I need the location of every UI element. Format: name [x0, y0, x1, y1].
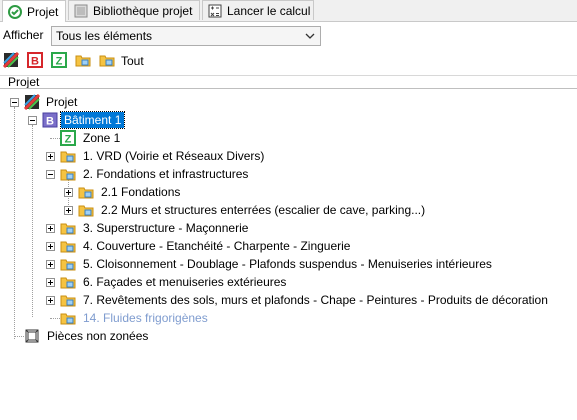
folder-filter-button[interactable] [98, 51, 116, 69]
tree-lot-label[interactable]: 3. Superstructure - Maçonnerie [83, 220, 248, 236]
folder-icon [60, 241, 76, 253]
section-title: Projet [8, 75, 40, 89]
tree-root-label[interactable]: Projet [46, 94, 77, 110]
room-icon [25, 329, 39, 343]
project-icon [24, 94, 40, 110]
toolbar: B Z Tout [0, 51, 577, 71]
tab-label: Lancer le calcul [227, 3, 311, 18]
tree-lot-label[interactable]: 2. Fondations et infrastructures [83, 166, 248, 182]
chevron-down-icon [305, 33, 315, 39]
expand-toggle[interactable] [46, 152, 55, 161]
tree-line [50, 138, 60, 139]
folder-icon [99, 55, 115, 67]
tab-label: Bibliothèque projet [93, 3, 193, 18]
svg-text:Z: Z [56, 56, 63, 68]
library-icon [74, 4, 88, 17]
folder-icon [78, 205, 94, 217]
project-tree: Projet B Bâtiment 1 Z Zone 1 1. VRD (Voi… [0, 88, 577, 420]
filter-label: Afficher [3, 28, 44, 42]
zone-z-icon: Z [51, 52, 67, 68]
tree-lot-label[interactable]: 7. Revêtements des sols, murs et plafond… [83, 292, 548, 308]
expand-toggle[interactable] [46, 242, 55, 251]
filter-select[interactable]: Tous les éléments [51, 26, 321, 46]
tab-label: Projet [27, 4, 59, 19]
folder-icon [75, 55, 91, 67]
zone-z-icon: Z [60, 130, 76, 146]
folder-icon [60, 259, 76, 271]
tab-projet[interactable]: Projet [2, 0, 66, 22]
folder-icon [60, 223, 76, 235]
tout-label[interactable]: Tout [121, 54, 144, 68]
expand-toggle[interactable] [64, 206, 73, 215]
expand-toggle[interactable] [46, 224, 55, 233]
collapse-toggle[interactable] [28, 116, 37, 125]
expand-toggle[interactable] [46, 278, 55, 287]
folder-icon [60, 313, 76, 325]
tree-line [14, 336, 24, 337]
folder-icon [60, 295, 76, 307]
filter-select-value: Tous les éléments [56, 29, 153, 43]
house-check-icon [8, 4, 22, 19]
svg-text:Z: Z [65, 134, 72, 146]
zone-filter-button[interactable]: Z [50, 51, 68, 69]
folder-filter-button[interactable] [74, 51, 92, 69]
project-filter-button[interactable] [2, 51, 20, 69]
collapse-toggle[interactable] [10, 98, 19, 107]
tree-lot-label[interactable]: 4. Couverture - Etanchéité - Charpente -… [83, 238, 350, 254]
tree-line [50, 318, 60, 319]
tree-sublot-label[interactable]: 2.2 Murs et structures enterrées (escali… [101, 202, 425, 218]
tree-lot-label[interactable]: 5. Cloisonnement - Doublage - Plafonds s… [83, 256, 492, 272]
expand-toggle[interactable] [46, 260, 55, 269]
tree-lot-label[interactable]: 1. VRD (Voirie et Réseaux Divers) [83, 148, 264, 164]
project-icon [3, 52, 19, 68]
building-filter-button[interactable]: B [26, 51, 44, 69]
tree-unzoned-label[interactable]: Pièces non zonées [47, 328, 148, 344]
tab-lancer-calcul[interactable]: Lancer le calcul [202, 0, 314, 20]
tree-lot-label[interactable]: 14. Fluides frigorigènes [83, 310, 208, 326]
expand-toggle[interactable] [64, 188, 73, 197]
tree-lot-label[interactable]: 6. Façades et menuiseries extérieures [83, 274, 286, 290]
tree-sublot-label[interactable]: 2.1 Fondations [101, 184, 180, 200]
tree-line [14, 107, 15, 339]
calculator-icon [208, 4, 222, 17]
tree-line [32, 125, 33, 317]
folder-icon [60, 277, 76, 289]
section-divider [0, 75, 577, 76]
collapse-toggle[interactable] [46, 170, 55, 179]
tab-bibliotheque[interactable]: Bibliothèque projet [68, 0, 200, 20]
tree-zone-label[interactable]: Zone 1 [83, 130, 120, 146]
svg-text:B: B [46, 116, 54, 128]
filter-row: Afficher Tous les éléments [0, 25, 577, 47]
building-b-icon: B [27, 52, 43, 68]
tree-building-label[interactable]: Bâtiment 1 [59, 111, 126, 129]
expand-toggle[interactable] [46, 296, 55, 305]
tab-bar: Projet Bibliothèque projet Lancer le cal… [0, 0, 577, 22]
svg-text:B: B [31, 56, 39, 68]
folder-icon [78, 187, 94, 199]
building-b-icon: B [42, 112, 58, 128]
folder-icon [60, 151, 76, 163]
folder-icon [60, 169, 76, 181]
